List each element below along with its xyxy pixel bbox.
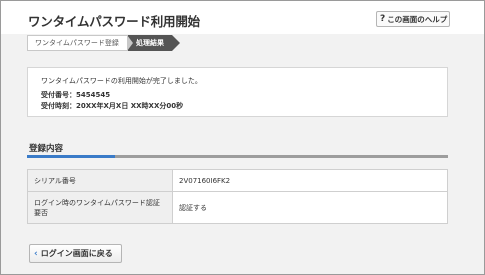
help-button-label: この画面のヘルプ — [387, 14, 448, 24]
step-register: ワンタイムパスワード登録 — [27, 35, 133, 51]
receipt-time-line: 受付時刻：20XX年X月X日 XX時XX分00秒 — [41, 101, 183, 111]
page-title: ワンタイムパスワード利用開始 — [28, 14, 200, 29]
step-result: 処理結果 — [128, 35, 180, 51]
help-button[interactable]: ? この画面のヘルプ — [376, 11, 450, 27]
section-divider — [27, 155, 448, 158]
section-divider-accent — [27, 155, 115, 158]
back-to-login-button[interactable]: ‹ ログイン画面に戻る — [29, 244, 122, 263]
otp-auth-label-line2: 要否 — [34, 208, 48, 217]
page-header: ワンタイムパスワード利用開始 ? この画面のヘルプ — [1, 1, 484, 34]
chevron-left-icon: ‹ — [34, 248, 38, 259]
receipt-time-label: 受付時刻： — [41, 102, 76, 110]
question-icon: ? — [380, 14, 386, 24]
section-title: 登録内容 — [29, 144, 64, 154]
progress-stepper: ワンタイムパスワード登録 処理結果 — [27, 35, 180, 51]
step-result-label: 処理結果 — [136, 39, 164, 47]
back-to-login-label: ログイン画面に戻る — [40, 249, 113, 258]
otp-auth-required-label: ログイン時のワンタイムパスワード認証 要否 — [27, 191, 173, 224]
receipt-number-value: 5454545 — [76, 91, 111, 99]
serial-number-label: シリアル番号 — [27, 169, 173, 192]
receipt-number-label: 受付番号： — [41, 91, 76, 99]
completion-message: ワンタイムパスワードの利用開始が完了しました。 — [41, 77, 202, 85]
serial-number-value: 2V07160I6FK2 — [172, 169, 448, 192]
receipt-number-line: 受付番号：5454545 — [41, 90, 110, 100]
otp-auth-label-line1: ログイン時のワンタイムパスワード認証 — [34, 198, 160, 207]
step-register-label: ワンタイムパスワード登録 — [35, 39, 119, 47]
table-row: ログイン時のワンタイムパスワード認証 要否 認証する — [27, 191, 448, 224]
registration-details-table: シリアル番号 2V07160I6FK2 ログイン時のワンタイムパスワード認証 要… — [27, 169, 448, 224]
table-row: シリアル番号 2V07160I6FK2 — [27, 169, 448, 192]
completion-message-box: ワンタイムパスワードの利用開始が完了しました。 受付番号：5454545 受付時… — [27, 67, 448, 117]
receipt-time-value: 20XX年X月X日 XX時XX分00秒 — [76, 102, 184, 110]
otp-auth-required-value: 認証する — [172, 191, 448, 224]
